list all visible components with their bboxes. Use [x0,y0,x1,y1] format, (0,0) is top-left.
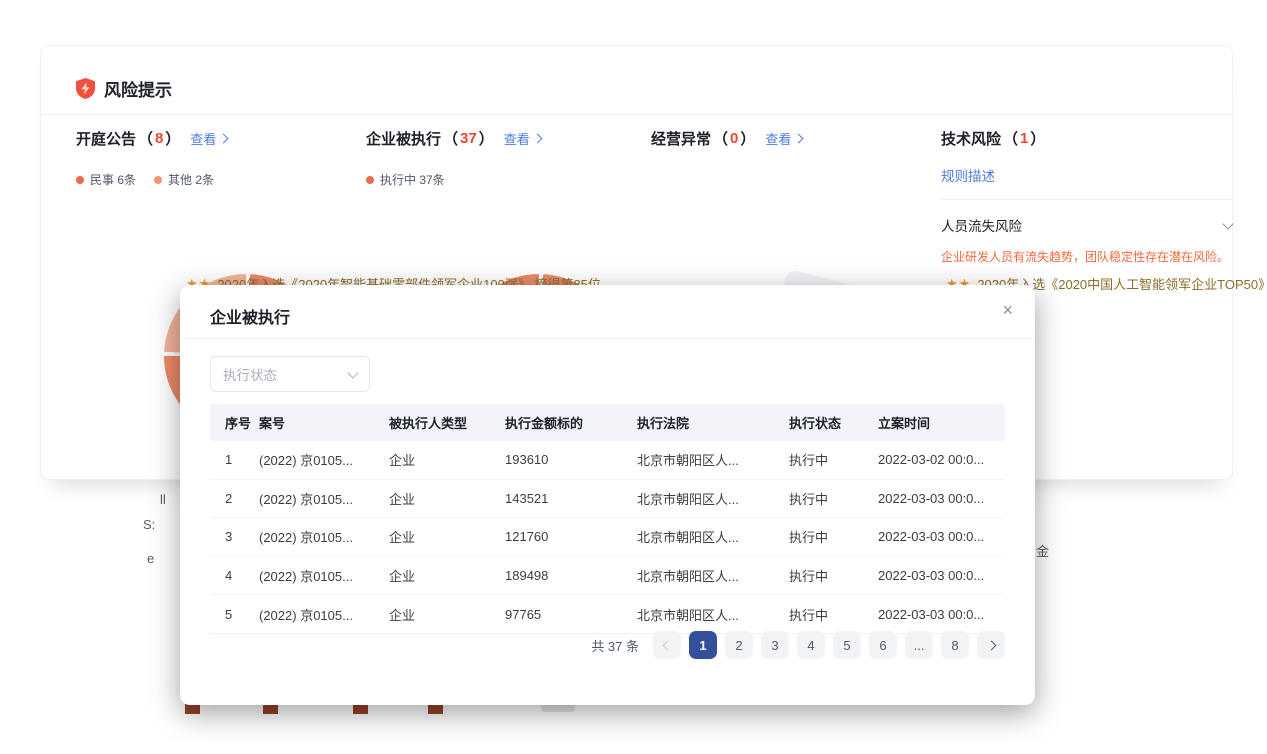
section-count: 0 [730,130,738,147]
modal-header-divider [180,338,1035,339]
col-header: 被执行人类型 [389,413,505,432]
section-title: 企业被执行 [366,128,441,149]
page-button-5[interactable]: 5 [833,631,861,659]
tech-risk-divider [941,199,1232,200]
risk-item-description: 企业研发人员有流失趋势，团队稳定性存在潜在风险。 [941,248,1241,265]
chevron-down-icon [347,367,358,378]
background-bar-fragment [353,704,368,714]
table-row[interactable]: 1(2022) 京0105...企业193610北京市朝阳区人...执行中202… [210,441,1005,480]
table-header-row: 序号 案号 被执行人类型 执行金额标的 执行法院 执行状态 立案时间 [210,404,1005,441]
col-header: 执行金额标的 [505,413,637,432]
background-text-fragment: ll [160,492,166,507]
section-court-announcements: 开庭公告（8） 查看 民事 6条 其他 2条 [76,128,227,188]
legend-dot [154,176,162,184]
enforcement-table: 序号 案号 被执行人类型 执行金额标的 执行法院 执行状态 立案时间 1(202… [210,404,1005,634]
page-button-4[interactable]: 4 [797,631,825,659]
table-row[interactable]: 5(2022) 京0105...企业97765北京市朝阳区人...执行中2022… [210,595,1005,634]
header-divider [41,114,1232,115]
risk-shield-icon [76,78,95,99]
legend-item: 民事 6条 [76,171,136,188]
risk-item-name: 人员流失风险 [941,215,1022,235]
page-button-2[interactable]: 2 [725,631,753,659]
section-title: 技术风险 [941,128,1001,149]
next-page-button[interactable] [977,631,1005,659]
section-count: 8 [155,130,163,147]
section-operation-abnormal: 经营异常（0） 查看 [651,128,802,149]
page-button-1[interactable]: 1 [689,631,717,659]
legend-dot [76,176,84,184]
background-bar-fragment [263,704,278,714]
page-button-ellipsis[interactable]: ... [905,631,933,659]
background-text-fragment: S: [143,517,155,532]
page-button-8[interactable]: 8 [941,631,969,659]
col-header: 案号 [259,413,389,432]
view-link-abnormal[interactable]: 查看 [765,129,802,148]
col-header: 执行状态 [789,413,878,432]
table-row[interactable]: 4(2022) 京0105...企业189498北京市朝阳区人...执行中202… [210,557,1005,596]
col-header: 序号 [225,413,259,432]
close-icon[interactable]: × [1002,301,1013,319]
background-text-fragment: e [147,551,154,566]
legend-item: 其他 2条 [154,171,214,188]
legend: 民事 6条 其他 2条 [76,171,227,188]
col-header: 执行法院 [637,413,789,432]
page-button-3[interactable]: 3 [761,631,789,659]
modal-title: 企业被执行 [210,304,290,328]
col-header: 立案时间 [878,413,990,432]
page-button-6[interactable]: 6 [869,631,897,659]
legend-dot [366,176,374,184]
section-enforcement: 企业被执行（37） 查看 执行中 37条 [366,128,541,188]
screen: 风险提示 开庭公告（8） 查看 民事 6条 其他 2条 企业被执行（37） 查看… [0,0,1267,754]
page-title: 风险提示 [104,76,172,101]
view-link-enforcement[interactable]: 查看 [504,129,541,148]
section-title: 开庭公告 [76,128,136,149]
section-count: 37 [460,130,477,147]
chevron-down-icon[interactable] [1222,218,1233,229]
pagination: 共 37 条 1 2 3 4 5 6 ... 8 [591,631,1005,659]
risk-item-row[interactable]: 人员流失风险 [941,215,1232,235]
table-row[interactable]: 3(2022) 京0105...企业121760北京市朝阳区人...执行中202… [210,518,1005,557]
section-count: 1 [1020,130,1028,147]
enforcement-modal: 企业被执行 × 执行状态 序号 案号 被执行人类型 执行金额标的 执行法院 执行… [180,285,1035,705]
background-text-fragment: 金 [1036,541,1049,560]
background-bar-fragment [185,704,200,714]
legend-item: 执行中 37条 [366,171,445,188]
pagination-total: 共 37 条 [591,636,639,655]
chevron-right-icon [219,134,229,144]
enforcement-status-select[interactable]: 执行状态 [210,356,370,392]
section-title: 经营异常 [651,128,711,149]
chevron-right-icon [532,134,542,144]
legend: 执行中 37条 [366,171,541,188]
table-row[interactable]: 2(2022) 京0105...企业143521北京市朝阳区人...执行中202… [210,480,1005,519]
chevron-right-icon [794,134,804,144]
view-link-court[interactable]: 查看 [190,129,227,148]
section-tech-risk: 技术风险（1） 规则描述 人员流失风险 企业研发人员有流失趋势，团队稳定性存在潜… [941,128,1241,265]
prev-page-button[interactable] [653,631,681,659]
chevron-right-icon [986,640,996,650]
rule-description-link[interactable]: 规则描述 [941,165,1241,185]
risk-panel-header: 风险提示 [76,76,172,101]
select-placeholder: 执行状态 [223,364,277,384]
chevron-left-icon [662,640,672,650]
background-bar-fragment [428,704,443,714]
